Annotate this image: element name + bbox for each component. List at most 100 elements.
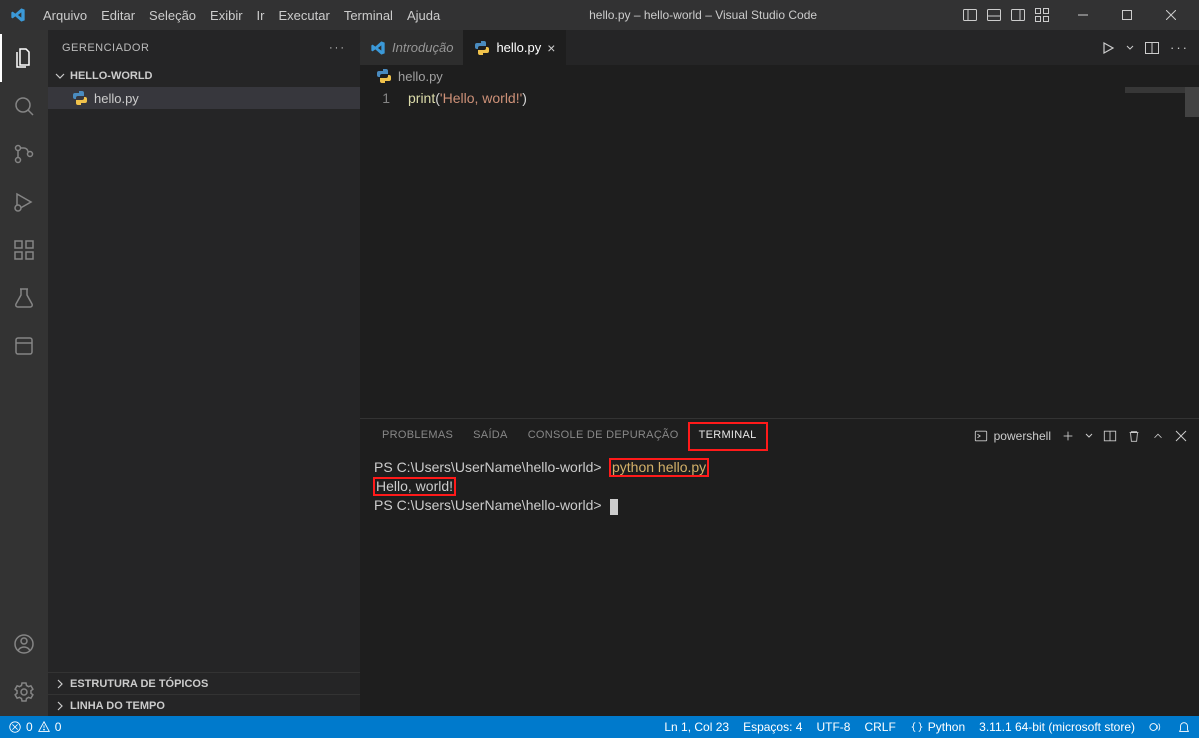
editor-more-icon[interactable]: ··· [1170,40,1189,55]
panel-maximize-icon[interactable] [1151,429,1165,443]
terminal-content[interactable]: PS C:\Users\UserName\hello-world> python… [360,453,1199,716]
panel-tab-saida[interactable]: SAÍDA [463,423,518,449]
breadcrumb-file: hello.py [398,69,443,84]
panel-close-icon[interactable] [1175,430,1187,442]
panel-tab-problemas[interactable]: PROBLEMAS [372,423,463,449]
sidebar-section-label: ESTRUTURA DE TÓPICOS [70,678,208,690]
sidebar-title: GERENCIADOR ··· [48,30,360,65]
tab-hello-py[interactable]: hello.py × [464,30,566,65]
status-errors[interactable]: 0 0 [8,720,61,734]
braces-icon [910,720,924,734]
shell-name: powershell [994,429,1051,443]
panel-tabs: PROBLEMAS SAÍDA CONSOLE DE DEPURAÇÃO TER… [360,419,1199,453]
status-indent[interactable]: Espaços: 4 [743,720,802,734]
menu-arquivo[interactable]: Arquivo [36,4,94,27]
activity-run-icon[interactable] [0,178,48,226]
sidebar-title-label: GERENCIADOR [62,42,149,54]
split-editor-icon[interactable] [1144,40,1160,56]
kill-terminal-icon[interactable] [1127,429,1141,443]
new-terminal-icon[interactable] [1061,429,1075,443]
run-dropdown-icon[interactable] [1126,44,1134,52]
menu-selecao[interactable]: Seleção [142,4,203,27]
tree-folder-header[interactable]: HELLO-WORLD [48,65,360,87]
layout-customize-icon[interactable] [1031,4,1053,26]
menu-editar[interactable]: Editar [94,4,142,27]
panel-tab-console[interactable]: CONSOLE DE DEPURAÇÃO [518,423,689,449]
split-terminal-icon[interactable] [1103,429,1117,443]
status-warnings-count: 0 [55,720,62,734]
activity-remote-icon[interactable] [0,322,48,370]
terminal-command: python hello.py [612,459,706,475]
panel-tab-terminal[interactable]: TERMINAL [689,423,767,450]
sidebar-explorer: GERENCIADOR ··· HELLO-WORLD hello.py EST… [48,30,360,716]
window-maximize-button[interactable] [1105,0,1149,30]
menu-exibir[interactable]: Exibir [203,4,250,27]
line-gutter: 1 [360,87,408,418]
window-minimize-button[interactable] [1061,0,1105,30]
editor-tabs: Introdução hello.py × ··· [360,30,1199,65]
window-title: hello.py – hello-world – Visual Studio C… [447,8,959,22]
status-cursor-position[interactable]: Ln 1, Col 23 [664,720,729,734]
file-item-label: hello.py [94,91,139,106]
run-button-icon[interactable] [1100,40,1116,56]
bottom-panel: PROBLEMAS SAÍDA CONSOLE DE DEPURAÇÃO TER… [360,418,1199,716]
activity-accounts-icon[interactable] [0,620,48,668]
status-encoding[interactable]: UTF-8 [816,720,850,734]
status-python-interpreter[interactable]: 3.11.1 64-bit (microsoft store) [979,720,1135,734]
menu-ir[interactable]: Ir [250,4,272,27]
layout-toggle-panel-icon[interactable] [983,4,1005,26]
error-icon [8,720,22,734]
sidebar-section-timeline[interactable]: LINHA DO TEMPO [48,694,360,716]
menu-terminal[interactable]: Terminal [337,4,400,27]
terminal-prompt: PS C:\Users\UserName\hello-world> [374,497,602,513]
sidebar-more-icon[interactable]: ··· [329,42,346,54]
file-item-hello-py[interactable]: hello.py [48,87,360,109]
status-errors-count: 0 [26,720,33,734]
code-editor[interactable]: 1 print('Hello, world!') [360,87,1199,418]
status-eol[interactable]: CRLF [864,720,895,734]
chevron-down-icon [52,68,68,84]
python-file-icon [474,40,490,56]
chevron-right-icon [52,698,68,714]
terminal-shell-selector[interactable]: powershell [974,429,1051,443]
tab-label: hello.py [496,40,541,55]
tree-folder-label: HELLO-WORLD [70,70,152,82]
python-file-icon [72,90,88,106]
sidebar-section-label: LINHA DO TEMPO [70,700,165,712]
status-bar: 0 0 Ln 1, Col 23 Espaços: 4 UTF-8 CRLF P… [0,716,1199,738]
activity-extensions-icon[interactable] [0,226,48,274]
terminal-output: Hello, world! [376,478,453,494]
python-file-icon [376,68,392,84]
warning-icon [37,720,51,734]
activity-bar [0,30,48,716]
terminal-prompt: PS C:\Users\UserName\hello-world> [374,459,602,475]
terminal-icon [974,429,988,443]
title-bar: Arquivo Editar Seleção Exibir Ir Executa… [0,0,1199,30]
status-language[interactable]: Python [910,720,965,734]
chevron-right-icon [52,676,68,692]
status-feedback-icon[interactable] [1149,720,1163,734]
activity-settings-icon[interactable] [0,668,48,716]
vscode-icon [370,40,386,56]
minimap[interactable] [1125,87,1185,93]
code-content[interactable]: print('Hello, world!') [408,87,1199,418]
breadcrumb[interactable]: hello.py [360,65,1199,87]
menu-ajuda[interactable]: Ajuda [400,4,447,27]
tab-introducao[interactable]: Introdução [360,30,464,65]
editor-area: Introdução hello.py × ··· hello.py 1 pri… [360,30,1199,716]
activity-search-icon[interactable] [0,82,48,130]
layout-toggle-primary-icon[interactable] [959,4,981,26]
menu-executar[interactable]: Executar [272,4,337,27]
activity-testing-icon[interactable] [0,274,48,322]
vscode-logo-icon [10,7,26,23]
activity-source-control-icon[interactable] [0,130,48,178]
layout-toggle-secondary-icon[interactable] [1007,4,1029,26]
activity-explorer-icon[interactable] [0,34,48,82]
tab-close-icon[interactable]: × [547,40,555,56]
terminal-dropdown-icon[interactable] [1085,432,1093,440]
sidebar-section-outline[interactable]: ESTRUTURA DE TÓPICOS [48,672,360,694]
tab-label: Introdução [392,40,453,55]
status-notifications-icon[interactable] [1177,720,1191,734]
window-close-button[interactable] [1149,0,1193,30]
scrollbar[interactable] [1185,87,1199,117]
